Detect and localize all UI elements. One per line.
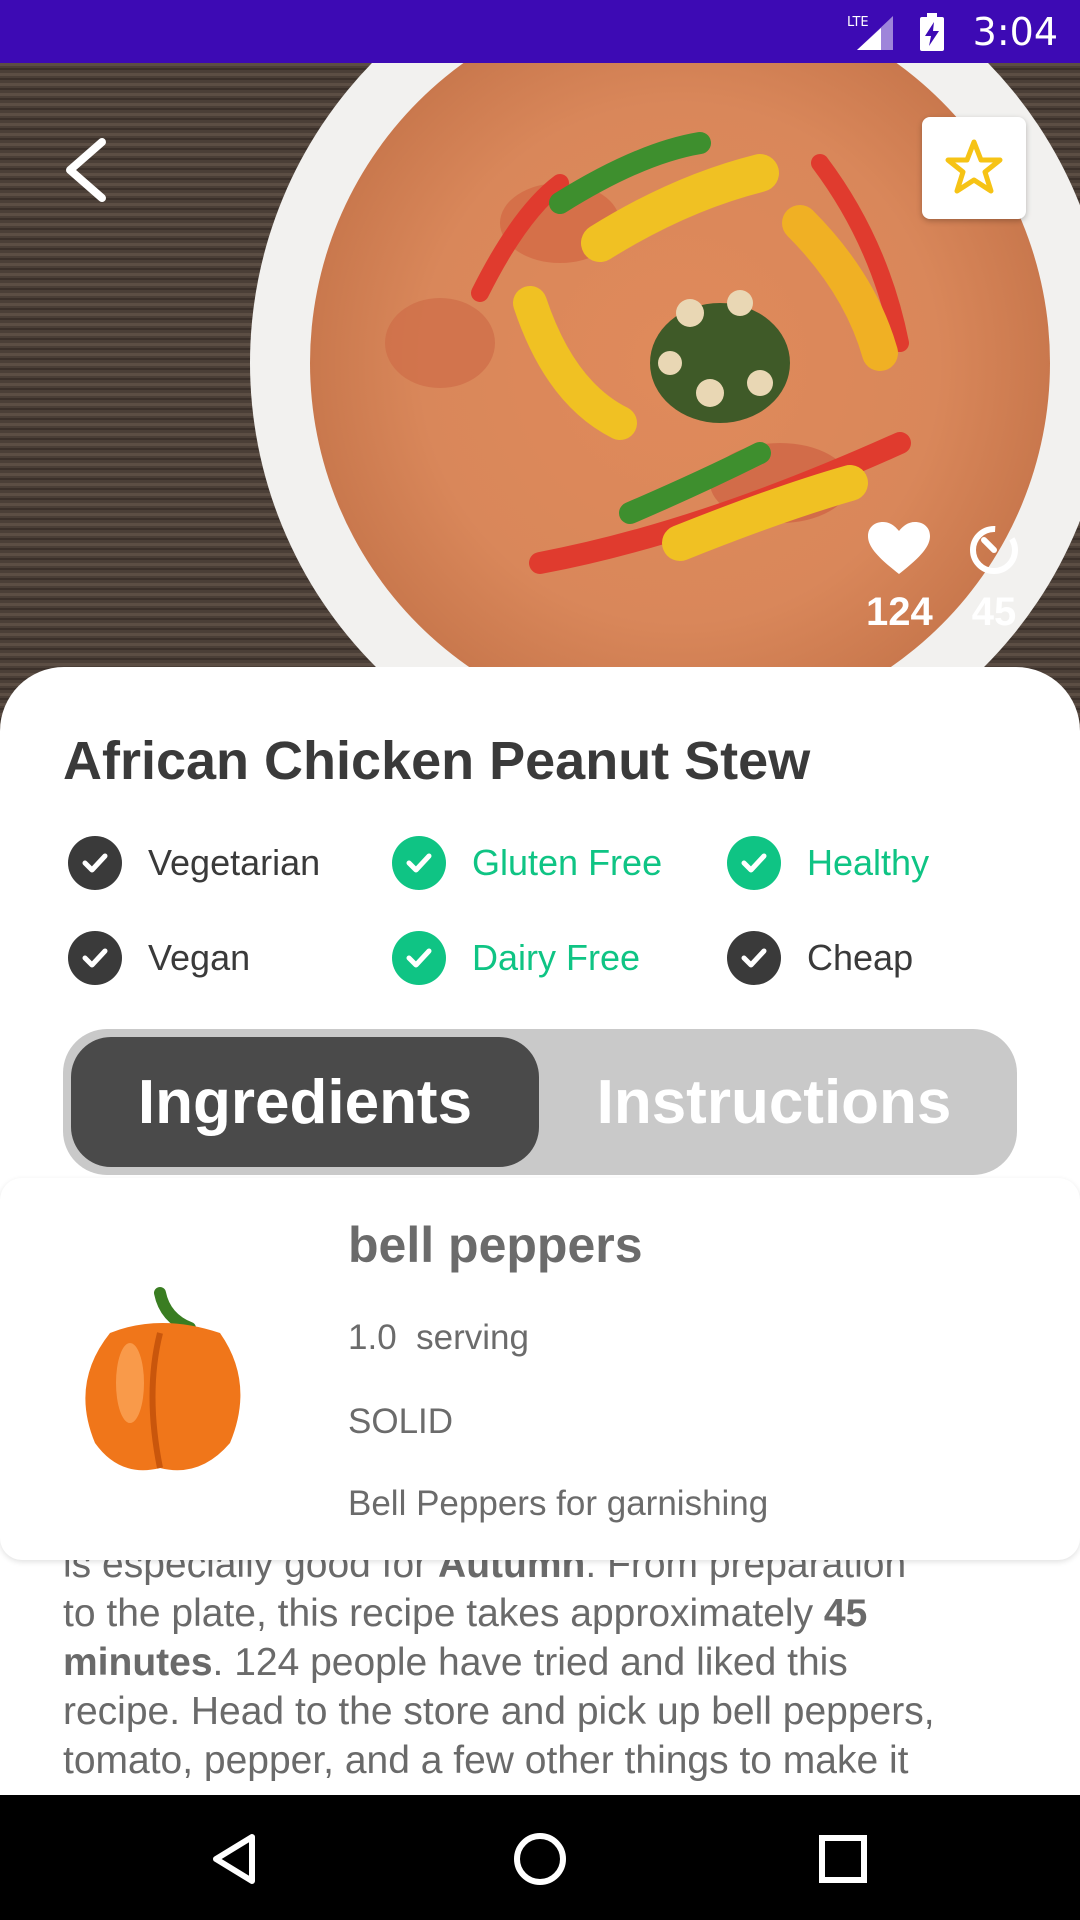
tag-vegan: Vegan [68,931,250,985]
summary-text: . 124 people have tried and liked this [212,1641,848,1684]
bell-pepper-image [85,1287,241,1471]
tag-cheap: Cheap [727,931,913,985]
ingredient-amount-row: 1.0 serving [348,1318,529,1358]
tag-label: Gluten Free [472,842,663,883]
circle-home-icon [514,1833,566,1885]
time-stat: 45 [966,520,1022,635]
check-circle-icon [727,836,781,890]
favorite-button[interactable] [922,117,1026,219]
tag-vegetarian: Vegetarian [68,836,320,890]
tag-label: Dairy Free [472,937,641,978]
summary-text: to the plate, this recipe takes approxim… [63,1592,824,1635]
dish-photo [0,63,1080,743]
ingredient-consistency: SOLID [348,1402,454,1441]
triangle-back-icon [213,1834,255,1884]
check-circle-icon [392,931,446,985]
summary-text: recipe. Head to the store and pick up be… [63,1690,935,1733]
battery-charging-icon [920,13,944,51]
recipe-title: African Chicken Peanut Stew [63,731,811,791]
nav-recents-button[interactable] [815,1831,871,1887]
likes-count: 124 [866,590,933,634]
ingredient-amount: 1.0 [348,1318,397,1357]
ingredient-name: bell peppers [348,1217,643,1273]
tag-dairy-free: Dairy Free [392,931,640,985]
timer-icon [970,526,1018,574]
summary-bold: 45 [823,1592,868,1635]
ingredient-card[interactable]: bell peppers 1.0 serving SOLID Bell Pepp… [0,1178,1080,1560]
system-nav-bar [0,1795,1080,1920]
nav-home-button[interactable] [512,1831,568,1887]
tag-gluten-free: Gluten Free [392,836,662,890]
star-outline-icon [945,139,1003,194]
status-bar: LTE 3:04 [0,0,1080,63]
tag-healthy: Healthy [727,836,929,890]
tag-label: Cheap [807,937,914,978]
heart-icon [868,522,931,574]
back-button[interactable] [60,130,120,210]
status-time: 3:04 [972,10,1058,54]
summary-text: tomato, pepper, and a few other things t… [63,1739,909,1782]
nav-back-button[interactable] [208,1831,264,1887]
recipe-hero-image [0,63,1080,743]
square-recents-icon [819,1835,867,1883]
likes-stat: 124 [866,520,933,635]
check-circle-icon [392,836,446,890]
tag-label: Vegan [148,937,251,978]
summary-bold: minutes [63,1641,213,1684]
recipe-summary: is especially good for Autumn. From prep… [63,1540,1013,1785]
time-minutes: 45 [971,590,1017,634]
ingredient-original: Bell Peppers for garnishing [348,1484,769,1523]
network-label: LTE [847,15,869,30]
tab-ingredients[interactable]: Ingredients [71,1037,539,1167]
ingredient-unit: serving [416,1318,529,1357]
back-arrow-icon [66,138,106,202]
tab-instructions[interactable]: Instructions [539,1037,1009,1167]
tag-label: Vegetarian [148,842,321,883]
ingredient-image [70,1273,250,1483]
lte-signal-icon: LTE [847,15,893,50]
check-circle-icon [68,836,122,890]
check-circle-icon [68,931,122,985]
check-circle-icon [727,931,781,985]
tag-label: Healthy [807,842,930,883]
status-icons: LTE [847,12,945,52]
tab-toggle: Ingredients Instructions [63,1029,1017,1175]
